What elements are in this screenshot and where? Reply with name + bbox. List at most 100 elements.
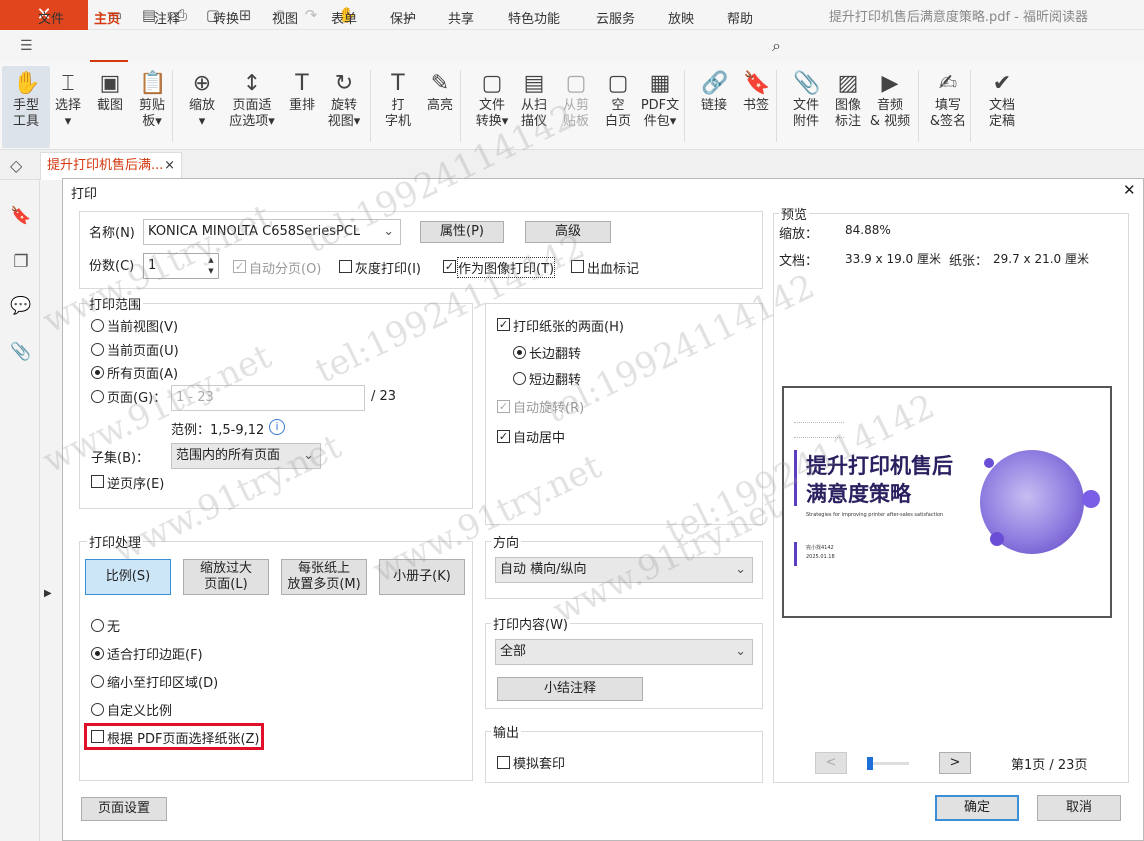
ribbon-button[interactable]: 📎 文件 附件 (782, 66, 830, 148)
subset-select-value: 范围内的所有页面 (176, 448, 281, 463)
previous-page-button[interactable]: < (815, 752, 847, 774)
ribbon-button[interactable]: ▨ 图像 标注 (824, 66, 872, 148)
menu-item[interactable]: 帮助 (727, 8, 753, 27)
next-page-button[interactable]: > (939, 752, 971, 774)
auto-rotate-checkbox[interactable]: ✓ (497, 400, 510, 413)
choose-paper-checkbox[interactable] (91, 730, 104, 743)
ribbon-button[interactable]: ✔ 文档 定稿 (978, 66, 1026, 148)
grayscale-checkbox[interactable] (339, 260, 352, 273)
ribbon-button[interactable]: ▶ 音频 & 视频 (866, 66, 914, 148)
page-indicator: 第1页 / 23页 (1011, 758, 1088, 773)
menu-item[interactable]: 表单 (331, 8, 357, 27)
copies-stepper[interactable]: ▲ ▼ (205, 255, 217, 277)
menu-item[interactable]: 主页 (94, 8, 120, 27)
cancel-button[interactable]: 取消 (1037, 795, 1121, 821)
properties-button[interactable]: 属性(P) (420, 221, 504, 243)
ribbon-button[interactable]: 🔗 链接 (690, 66, 738, 148)
bleed-marks-checkbox[interactable] (571, 260, 584, 273)
pages-input[interactable]: 1 - 23 (171, 385, 365, 411)
collate-label: 自动分页(O) (249, 262, 322, 277)
reverse-order-checkbox[interactable] (91, 475, 104, 488)
menu-item[interactable]: 文件 (38, 8, 64, 27)
ribbon-button[interactable]: ✍ 填写 &签名 (924, 66, 972, 148)
ribbon-button[interactable]: ▢ 从剪 贴板 (552, 66, 600, 148)
close-dialog-icon[interactable]: ✕ (1123, 181, 1136, 199)
expand-panel-icon[interactable]: ▶ (44, 588, 52, 599)
hamburger-icon[interactable]: ☰ (20, 38, 33, 54)
multiple-pages-button[interactable]: 每张纸上 放置多页(M) (281, 559, 367, 595)
print-content-select[interactable]: 全部 ⌄ (495, 639, 753, 665)
short-edge-radio[interactable] (513, 372, 526, 385)
ok-button[interactable]: 确定 (935, 795, 1019, 821)
print-content-value: 全部 (500, 644, 527, 659)
ribbon-button[interactable]: ↻ 旋转 视图▾ (320, 66, 368, 148)
ribbon-button[interactable]: 📋 剪贴 板▾ (128, 66, 176, 148)
print-both-sides-checkbox[interactable]: ✓ (497, 318, 510, 331)
ribbon-button[interactable]: ▦ PDF文 件包▾ (636, 66, 684, 148)
shrink-radio[interactable] (91, 675, 104, 688)
ribbon-button-label: 音频 & 视频 (869, 98, 911, 129)
search-icon[interactable]: ⌕ (772, 36, 781, 56)
ribbon-button[interactable]: ▢ 文件 转换▾ (468, 66, 516, 148)
fit-margins-radio[interactable] (91, 647, 104, 660)
ribbon-button[interactable]: ▣ 截图 (86, 66, 134, 148)
redo-icon[interactable]: ↷ (300, 6, 322, 24)
ribbon-button[interactable]: 🔖 书签 (732, 66, 780, 148)
menu-item[interactable]: 视图 (272, 8, 298, 27)
ribbon-button[interactable]: ▢ 空 白页 (594, 66, 642, 148)
subset-select[interactable]: 范围内的所有页面 ⌄ (171, 443, 321, 469)
ribbon-button[interactable]: ✋ 手型 工具 (2, 66, 50, 148)
menu-item[interactable]: 云服务 (596, 8, 635, 27)
ribbon-button[interactable]: ✎ 高亮 (416, 66, 464, 148)
ribbon-button[interactable]: ▤ 从扫 描仪 (510, 66, 558, 148)
document-tab[interactable]: 提升打印机售后满... × (40, 152, 182, 180)
orientation-select[interactable]: 自动 横向/纵向 ⌄ (495, 557, 753, 583)
info-icon[interactable]: i (269, 419, 285, 435)
ribbon-button-label: 旋转 视图▾ (327, 98, 361, 129)
ribbon-button[interactable]: ↕ 页面适 应选项▾ (228, 66, 276, 148)
summarize-comments-button[interactable]: 小结注释 (497, 677, 643, 701)
bookmark-icon[interactable]: 🔖 (10, 206, 32, 228)
menu-item[interactable]: 保护 (390, 8, 416, 27)
ribbon-separator (684, 70, 685, 142)
fit-large-pages-button[interactable]: 缩放过大 页面(L) (183, 559, 269, 595)
eraser-icon[interactable]: ◇ (10, 156, 22, 175)
ribbon-tool-icon: ▤ (523, 71, 545, 96)
short-edge-label: 短边翻转 (529, 373, 582, 388)
scale-none-radio[interactable] (91, 619, 104, 632)
printer-select[interactable]: KONICA MINOLTA C658SeriesPCL ⌄ (143, 219, 401, 245)
auto-center-checkbox[interactable]: ✓ (497, 430, 510, 443)
pages-icon[interactable]: ❐ (10, 252, 32, 274)
menu-item[interactable]: 共享 (448, 8, 474, 27)
long-edge-radio[interactable] (513, 346, 526, 359)
booklet-button[interactable]: 小册子(K) (379, 559, 465, 595)
current-view-radio[interactable] (91, 319, 104, 332)
pages-radio[interactable] (91, 390, 104, 403)
attachment-icon[interactable]: 📎 (10, 342, 32, 364)
page-slider-thumb[interactable] (867, 757, 873, 770)
simulate-overprint-checkbox[interactable] (497, 756, 510, 769)
document-size-value: 33.9 x 19.0 厘米 (845, 252, 941, 266)
slide-author: 完小找4142 (806, 545, 834, 551)
scale-button[interactable]: 比例(S) (85, 559, 171, 595)
ribbon-separator (172, 70, 173, 142)
close-tab-icon[interactable]: × (164, 153, 175, 179)
custom-scale-radio[interactable] (91, 703, 104, 716)
ribbon-button[interactable]: T打 字机 (374, 66, 422, 148)
ribbon-button[interactable]: T 重排 (278, 66, 326, 148)
all-pages-radio[interactable] (91, 366, 104, 379)
menu-item[interactable]: 特色功能 (508, 8, 560, 27)
menu-item[interactable]: 注释 (154, 8, 180, 27)
menu-item[interactable]: 放映 (668, 8, 694, 27)
current-page-radio[interactable] (91, 343, 104, 356)
print-as-image-checkbox[interactable]: ✓ (443, 260, 456, 273)
comment-icon[interactable]: 💬 (10, 296, 32, 318)
collate-checkbox[interactable]: ✓ (233, 260, 246, 273)
page-slider[interactable] (867, 757, 909, 770)
menu-item[interactable]: 转换 (213, 8, 239, 27)
advanced-button[interactable]: 高级 (525, 221, 611, 243)
ribbon-button[interactable]: ⊕ 缩放 ▾ (178, 66, 226, 148)
print-content-title: 打印内容(W) (491, 614, 570, 633)
page-setup-button[interactable]: 页面设置 (81, 797, 167, 821)
ribbon-button[interactable]: ⌶ 选择 ▾ (44, 66, 92, 148)
